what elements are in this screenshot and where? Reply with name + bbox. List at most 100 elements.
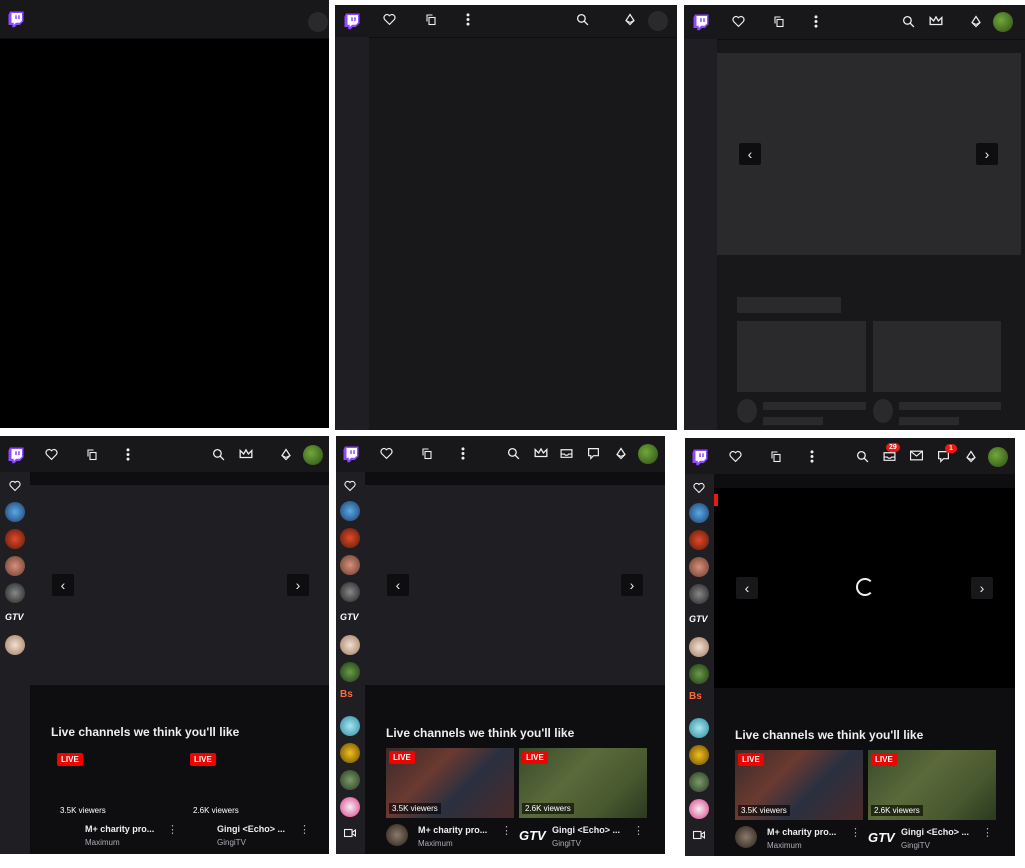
bits-icon[interactable] [970, 15, 982, 28]
channel-card-thumbnail[interactable]: LIVE 2.6K viewers [868, 750, 996, 820]
twitch-logo-icon[interactable] [343, 12, 361, 30]
avatar-icon[interactable] [648, 11, 668, 31]
channel-title[interactable]: Gingi <Echo> ... [217, 824, 285, 834]
channel-avatar[interactable] [689, 637, 709, 657]
search-icon[interactable] [902, 15, 915, 28]
channel-title[interactable]: M+ charity pro... [418, 825, 487, 835]
channel-avatar[interactable] [689, 557, 709, 577]
more-vertical-icon[interactable] [126, 448, 130, 461]
channel-card-thumbnail[interactable]: LIVE 3.5K viewers [735, 750, 863, 820]
twitch-logo-icon[interactable] [7, 10, 25, 28]
mail-icon[interactable] [910, 450, 923, 461]
heart-icon[interactable] [380, 447, 393, 460]
channel-avatar[interactable] [340, 528, 360, 548]
bits-icon[interactable] [615, 447, 627, 460]
heart-icon[interactable] [383, 13, 396, 26]
channel-name[interactable]: Maximum [418, 839, 453, 848]
inbox-icon[interactable] [560, 447, 573, 459]
more-vertical-icon[interactable] [810, 450, 814, 463]
more-vertical-icon[interactable]: ⋮ [982, 826, 993, 839]
channel-title[interactable]: M+ charity pro... [85, 824, 154, 834]
channel-avatar[interactable] [689, 799, 709, 819]
heart-icon[interactable] [344, 480, 356, 492]
channel-avatar-gtv[interactable]: GTV [868, 830, 895, 845]
twitch-logo-icon[interactable] [692, 13, 710, 31]
channel-avatar[interactable] [340, 716, 360, 736]
heart-icon[interactable] [45, 448, 58, 461]
channel-avatar-bs[interactable]: Bs [689, 691, 702, 702]
channel-avatar-gtv[interactable]: GTV [340, 612, 359, 622]
bits-icon[interactable] [624, 13, 636, 26]
channel-avatar[interactable] [386, 824, 408, 846]
channel-card-thumbnail[interactable]: LIVE 3.5K viewers [386, 748, 514, 818]
twitch-logo-icon[interactable] [342, 445, 360, 463]
heart-icon[interactable] [732, 15, 745, 28]
more-vertical-icon[interactable]: ⋮ [167, 823, 178, 836]
whisper-icon[interactable] [587, 447, 600, 460]
avatar-icon[interactable] [993, 12, 1013, 32]
channel-avatar[interactable] [5, 502, 25, 522]
channel-avatar[interactable] [735, 826, 757, 848]
channel-avatar[interactable] [340, 501, 360, 521]
more-vertical-icon[interactable]: ⋮ [850, 826, 861, 839]
channel-name[interactable]: Maximum [85, 838, 120, 847]
channel-title[interactable]: Gingi <Echo> ... [552, 825, 620, 835]
channel-name[interactable]: Maximum [767, 841, 802, 850]
more-vertical-icon[interactable]: ⋮ [299, 823, 310, 836]
channel-avatar[interactable] [689, 718, 709, 738]
search-icon[interactable] [576, 13, 589, 26]
channel-avatar[interactable] [689, 745, 709, 765]
copy-icon[interactable] [86, 448, 98, 461]
carousel-next-button[interactable]: › [287, 574, 309, 596]
heart-icon[interactable] [9, 480, 21, 492]
bits-icon[interactable] [965, 450, 977, 463]
avatar-icon[interactable] [308, 12, 328, 32]
channel-avatar[interactable] [5, 556, 25, 576]
heart-icon[interactable] [693, 482, 705, 494]
heart-icon[interactable] [729, 450, 742, 463]
channel-name[interactable]: GingiTV [552, 839, 581, 848]
bits-icon[interactable] [280, 448, 292, 461]
channel-avatar[interactable] [340, 555, 360, 575]
channel-avatar[interactable] [689, 584, 709, 604]
channel-title[interactable]: M+ charity pro... [767, 827, 836, 837]
twitch-logo-icon[interactable] [7, 446, 25, 464]
channel-avatar[interactable] [5, 635, 25, 655]
channel-avatar[interactable] [689, 664, 709, 684]
search-icon[interactable] [856, 450, 869, 463]
channel-avatar[interactable] [5, 583, 25, 603]
copy-icon[interactable] [425, 13, 437, 26]
carousel-next-button[interactable]: › [976, 143, 998, 165]
channel-avatar[interactable] [689, 503, 709, 523]
avatar-icon[interactable] [303, 445, 323, 465]
channel-avatar[interactable] [340, 797, 360, 817]
channel-avatar[interactable] [340, 743, 360, 763]
more-vertical-icon[interactable]: ⋮ [501, 824, 512, 837]
crown-icon[interactable] [929, 15, 943, 27]
copy-icon[interactable] [421, 447, 433, 460]
carousel-prev-button[interactable]: ‹ [52, 574, 74, 596]
channel-avatar[interactable] [689, 530, 709, 550]
carousel-prev-button[interactable]: ‹ [739, 143, 761, 165]
channel-avatar[interactable] [689, 772, 709, 792]
channel-avatar-gtv[interactable]: GTV [689, 614, 708, 624]
channel-card-thumbnail[interactable]: LIVE 2.6K viewers [519, 748, 647, 818]
channel-avatar[interactable] [340, 662, 360, 682]
channel-avatar[interactable] [5, 529, 25, 549]
channel-title[interactable]: Gingi <Echo> ... [901, 827, 969, 837]
carousel-prev-button[interactable]: ‹ [736, 577, 758, 599]
more-vertical-icon[interactable] [814, 15, 818, 28]
channel-card-thumbnail[interactable]: LIVE 3.5K viewers [54, 750, 182, 820]
channel-avatar-bs[interactable]: Bs [340, 689, 353, 700]
search-icon[interactable] [507, 447, 520, 460]
channel-avatar-gtv[interactable]: GTV [5, 612, 24, 622]
twitch-logo-icon[interactable] [691, 448, 709, 466]
crown-icon[interactable] [534, 447, 548, 459]
avatar-icon[interactable] [638, 444, 658, 464]
avatar-icon[interactable] [988, 447, 1008, 467]
carousel-prev-button[interactable]: ‹ [387, 574, 409, 596]
more-vertical-icon[interactable]: ⋮ [633, 824, 644, 837]
channel-avatar[interactable] [340, 770, 360, 790]
search-icon[interactable] [212, 448, 225, 461]
copy-icon[interactable] [773, 15, 785, 28]
